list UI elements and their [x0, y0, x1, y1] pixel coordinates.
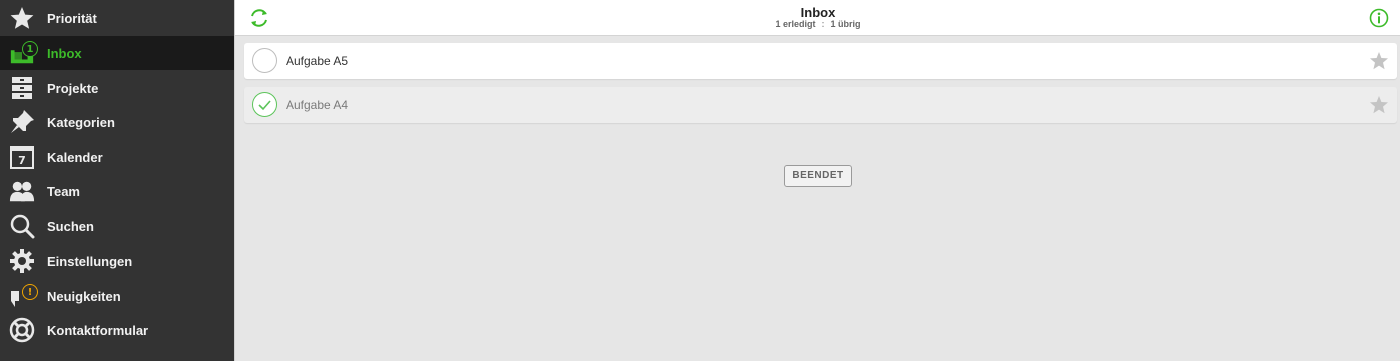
remaining-count: 1 übrig	[830, 19, 861, 29]
star-icon[interactable]	[1369, 51, 1389, 71]
calendar-day-number: 7	[18, 154, 26, 167]
main-content: Inbox 1 erledigt:1 übrig Aufgabe A5 Aufg…	[234, 0, 1400, 361]
task-title: Aufgabe A4	[286, 98, 349, 112]
team-icon	[9, 178, 35, 204]
checkmark-icon	[258, 100, 271, 111]
sidebar: Priorität 1 Inbox Projekte Kategorien 7 …	[0, 0, 234, 361]
task-row[interactable]: Aufgabe A4	[244, 87, 1397, 123]
sidebar-item-label: Projekte	[47, 80, 99, 96]
sidebar-item-settings[interactable]: Einstellungen	[0, 244, 234, 278]
task-checkbox[interactable]	[252, 48, 277, 73]
star-icon[interactable]	[1369, 95, 1389, 115]
info-icon[interactable]	[1368, 7, 1390, 29]
sidebar-item-label: Kontaktformular	[47, 322, 149, 338]
sidebar-item-label: Kategorien	[47, 114, 115, 130]
sidebar-item-label: Team	[47, 183, 80, 199]
search-icon	[9, 213, 35, 239]
inbox-count-badge: 1	[22, 41, 38, 57]
sidebar-item-search[interactable]: Suchen	[0, 209, 234, 243]
sidebar-item-contact[interactable]: Kontaktformular	[0, 313, 234, 347]
sidebar-item-label: Inbox	[47, 45, 82, 61]
lifebuoy-icon	[9, 317, 35, 343]
sidebar-item-label: Einstellungen	[47, 253, 133, 269]
finished-button[interactable]: BEENDET	[784, 165, 852, 187]
page-title: Inbox	[800, 5, 836, 20]
sidebar-item-inbox[interactable]: 1 Inbox	[0, 36, 234, 70]
calendar-icon: 7	[9, 144, 35, 170]
news-alert-badge: !	[22, 284, 38, 300]
star-icon	[9, 5, 35, 31]
sidebar-item-news[interactable]: ! Neuigkeiten	[0, 279, 234, 313]
summary-separator: :	[821, 19, 825, 29]
task-row[interactable]: Aufgabe A5	[244, 43, 1397, 79]
sidebar-item-team[interactable]: Team	[0, 174, 234, 208]
done-count: 1 erledigt	[775, 19, 816, 29]
gear-icon	[9, 248, 35, 274]
sidebar-item-label: Priorität	[47, 10, 97, 26]
sidebar-item-categories[interactable]: Kategorien	[0, 105, 234, 139]
task-title: Aufgabe A5	[286, 54, 349, 68]
task-summary: 1 erledigt:1 übrig	[235, 19, 1400, 29]
sidebar-item-label: Kalender	[47, 149, 103, 165]
pin-icon	[9, 109, 35, 135]
sidebar-item-label: Neuigkeiten	[47, 288, 121, 304]
sidebar-item-calendar[interactable]: 7 Kalender	[0, 140, 234, 174]
task-checkbox-checked[interactable]	[252, 92, 277, 117]
header-bar: Inbox 1 erledigt:1 übrig	[235, 0, 1400, 36]
sidebar-item-label: Suchen	[47, 218, 94, 234]
projects-icon	[9, 75, 35, 101]
sidebar-item-priority[interactable]: Priorität	[0, 1, 234, 35]
sidebar-item-projects[interactable]: Projekte	[0, 71, 234, 105]
